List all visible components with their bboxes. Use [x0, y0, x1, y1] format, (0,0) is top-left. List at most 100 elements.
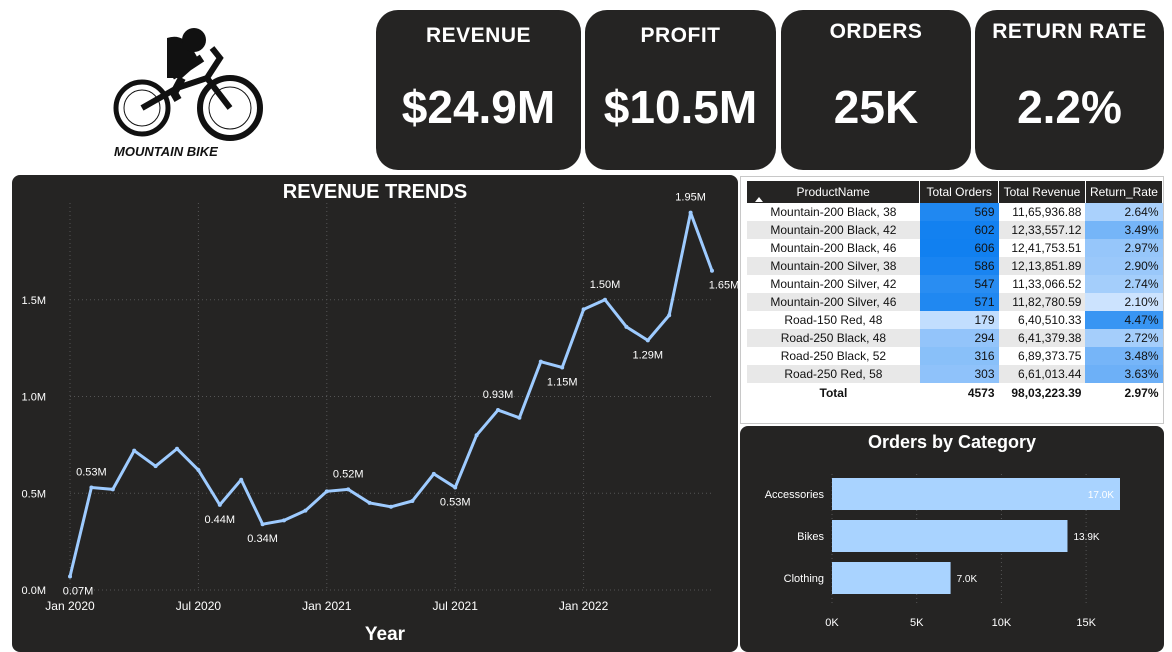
revenue-data-point[interactable] — [431, 471, 436, 476]
revenue-data-point[interactable] — [560, 365, 565, 370]
category-label: Clothing — [784, 573, 824, 585]
table-row[interactable]: Mountain-200 Black, 38 569 11,65,936.88 2.6… — [747, 203, 1163, 221]
table-header-row: ProductName Total Orders Total Revenue R… — [747, 181, 1164, 203]
revenue-data-point[interactable] — [89, 485, 94, 490]
revenue-data-point[interactable] — [688, 210, 693, 215]
kpi-orders-label: ORDERS — [829, 20, 923, 43]
revenue-data-point[interactable] — [282, 518, 286, 523]
x-tick-label: 5K — [910, 617, 924, 629]
kpi-return-rate-label: RETURN RATE — [992, 20, 1147, 43]
revenue-data-point[interactable] — [538, 359, 543, 364]
revenue-data-point[interactable] — [389, 504, 393, 509]
revenue-data-point[interactable] — [710, 268, 714, 273]
category-bar[interactable] — [832, 520, 1068, 552]
table-row[interactable]: Road-250 Black, 52 316 6,89,373.75 3.48% — [747, 347, 1163, 365]
y-tick-label: 1.5M — [22, 295, 46, 307]
cell-return-rate: 3.49% — [1085, 221, 1163, 239]
revenue-data-point[interactable] — [110, 487, 115, 492]
table-row[interactable]: Road-150 Red, 48 179 6,40,510.33 4.47% — [747, 311, 1163, 329]
cell-product-name: Mountain-200 Black, 46 — [770, 241, 897, 255]
data-label: 1.29M — [633, 349, 664, 361]
revenue-data-point[interactable] — [175, 446, 179, 451]
cell-total-revenue: 6,41,379.38 — [998, 329, 1086, 347]
col-header-total-revenue[interactable]: Total Revenue — [998, 181, 1086, 203]
data-label: 0.53M — [76, 466, 107, 478]
cell-total-orders: 316 — [919, 347, 999, 365]
category-bar[interactable] — [832, 478, 1120, 510]
cell-return-rate: 2.74% — [1085, 275, 1163, 293]
revenue-data-point[interactable] — [367, 500, 372, 505]
revenue-line-chart[interactable]: 0.0M 0.5M 1.0M 1.5M Jan 2020 Jul 2020 Jan 202… — [12, 175, 738, 652]
col-header-productname[interactable]: ProductName — [747, 181, 921, 203]
revenue-trend-panel[interactable]: REVENUE TRENDS 0.0M 0.5M 1.0M 1.5M Jan 2020… — [12, 175, 738, 652]
total-return-rate: 2.97% — [1124, 386, 1159, 400]
data-label: 0.07M — [63, 585, 94, 597]
x-tick-label: 15K — [1076, 617, 1096, 629]
revenue-data-point[interactable] — [581, 307, 586, 312]
logo-area: MOUNTAIN BIKE — [12, 8, 370, 170]
revenue-data-point[interactable] — [346, 487, 351, 492]
orders-bar-chart[interactable]: Accessories 17.0K Bikes 13.9K Clothing 7.0K 0… — [740, 426, 1164, 652]
x-tick-label: Jan 2020 — [45, 599, 95, 613]
product-table-panel[interactable]: ProductName Total Orders Total Revenue R… — [740, 176, 1164, 424]
data-label: 1.95M — [675, 192, 706, 204]
x-tick-label: 10K — [992, 617, 1012, 629]
cell-total-orders: 179 — [919, 311, 999, 329]
revenue-data-point[interactable] — [410, 498, 415, 503]
cell-total-orders: 294 — [919, 329, 999, 347]
revenue-data-point[interactable] — [474, 433, 479, 438]
table-row[interactable]: Mountain-200 Silver, 42 547 11,33,066.52 2.… — [747, 275, 1163, 293]
data-label: 0.93M — [483, 389, 514, 401]
cell-total-orders: 586 — [919, 257, 999, 275]
kpi-orders-value: 25K — [833, 81, 919, 133]
kpi-orders-card: ORDERS 25K — [781, 10, 971, 170]
cell-return-rate: 4.47% — [1085, 311, 1163, 329]
category-label: Accessories — [765, 489, 825, 501]
cell-return-rate: 3.48% — [1085, 347, 1163, 365]
revenue-data-point[interactable] — [324, 489, 329, 494]
table-row[interactable]: Mountain-200 Silver, 46 571 11,82,780.59 2.… — [747, 293, 1163, 311]
cell-return-rate: 2.97% — [1085, 239, 1163, 257]
cell-total-revenue: 12,41,753.51 — [1011, 241, 1082, 255]
y-tick-label: 1.0M — [22, 392, 46, 404]
cell-total-orders: 569 — [919, 203, 999, 221]
col-header-total-orders[interactable]: Total Orders — [919, 181, 1000, 203]
revenue-data-point[interactable] — [132, 448, 137, 453]
data-label: 0.52M — [333, 468, 364, 480]
sort-asc-icon[interactable] — [755, 197, 763, 202]
table-row[interactable]: Mountain-200 Black, 46 606 12,41,753.51 2.9… — [747, 239, 1163, 257]
data-label: 0.53M — [440, 496, 471, 508]
revenue-data-point[interactable] — [667, 313, 672, 318]
product-table[interactable]: ProductName Total Orders Total Revenue R… — [747, 181, 1164, 403]
revenue-data-point[interactable] — [303, 508, 308, 513]
orders-by-category-panel[interactable]: Orders by Category Accessories 17.0K Bikes… — [740, 426, 1164, 652]
revenue-data-point[interactable] — [260, 522, 265, 527]
revenue-data-point[interactable] — [624, 324, 629, 329]
table-row[interactable]: Road-250 Black, 48 294 6,41,379.38 2.72% — [747, 329, 1163, 347]
revenue-data-point[interactable] — [68, 574, 72, 579]
cell-return-rate: 2.90% — [1085, 257, 1163, 275]
revenue-data-point[interactable] — [645, 338, 650, 343]
revenue-data-point[interactable] — [153, 464, 158, 469]
table-row[interactable]: Mountain-200 Silver, 38 586 12,13,851.89 2.… — [747, 257, 1163, 275]
cell-return-rate: 2.64% — [1085, 203, 1163, 221]
revenue-series-line[interactable] — [68, 211, 714, 577]
table-row[interactable]: Road-250 Red, 58 303 6,61,013.44 3.63% — [747, 365, 1163, 383]
table-row[interactable]: Mountain-200 Black, 42 602 12,33,557.12 3.4… — [747, 221, 1163, 239]
cell-product-name: Road-250 Black, 52 — [780, 349, 887, 363]
revenue-data-point[interactable] — [196, 468, 201, 473]
revenue-data-point[interactable] — [453, 485, 458, 490]
col-header-return-rate[interactable]: Return_Rate — [1085, 181, 1164, 203]
revenue-data-point[interactable] — [239, 477, 244, 482]
total-revenue: 98,03,223.39 — [1011, 386, 1082, 400]
revenue-data-point[interactable] — [517, 415, 522, 420]
data-label: 0.34M — [247, 533, 278, 545]
cell-total-orders: 547 — [919, 275, 999, 293]
cell-total-orders: 571 — [919, 293, 999, 311]
revenue-data-point[interactable] — [217, 502, 222, 507]
revenue-data-point[interactable] — [496, 408, 500, 413]
cell-product-name: Mountain-200 Silver, 42 — [770, 277, 897, 291]
category-bar[interactable] — [832, 562, 951, 594]
revenue-data-point[interactable] — [603, 297, 607, 302]
cell-total-orders: 303 — [919, 365, 999, 383]
